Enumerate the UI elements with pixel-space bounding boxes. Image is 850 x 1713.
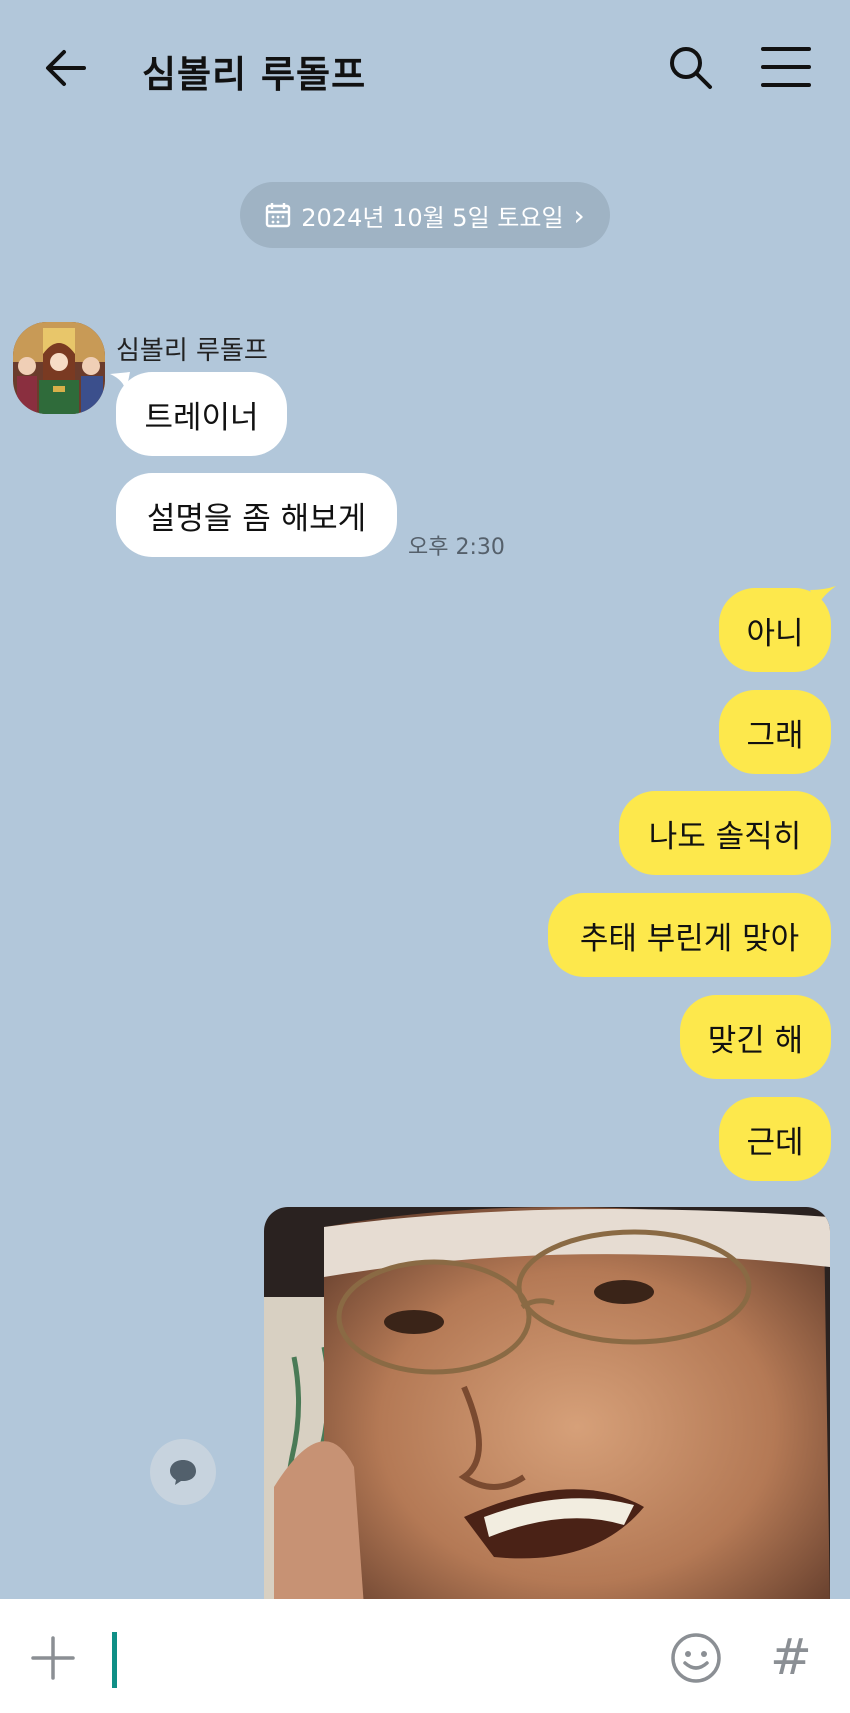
search-button[interactable] [665,42,717,94]
incoming-message[interactable]: 트레이너 [116,372,287,456]
outgoing-message[interactable]: 아니 [719,588,831,672]
photo-image [264,1207,830,1607]
plus-icon [31,1636,75,1680]
hamburger-menu-icon [761,47,811,87]
outgoing-message[interactable]: 나도 솔직히 [619,791,831,875]
chat-header: 심볼리 루돌프 [0,0,850,135]
outgoing-message[interactable]: 근데 [719,1097,831,1181]
search-icon [670,47,712,89]
avatar-image [13,322,105,414]
menu-button[interactable] [760,44,812,90]
outgoing-message[interactable]: 맞긴 해 [680,995,831,1079]
date-divider[interactable]: 2024년 10월 5일 토요일 › [240,182,610,248]
sender-avatar[interactable] [13,322,105,414]
sender-name: 심볼리 루돌프 [116,336,268,366]
outgoing-photo[interactable] [264,1207,830,1607]
emoji-button[interactable] [669,1631,723,1685]
calendar-icon [266,203,291,228]
date-label: 2024년 10월 5일 토요일 [301,203,564,232]
attach-button[interactable] [30,1635,76,1681]
text-caret [112,1632,117,1688]
back-button[interactable] [40,40,96,96]
emoji-icon [671,1633,721,1683]
incoming-message[interactable]: 설명을 좀 해보게 [116,473,397,557]
outgoing-message[interactable]: 그래 [719,690,831,774]
arrow-left-icon [46,50,86,86]
message-time: 오후 2:30 [408,535,505,560]
reply-button[interactable] [150,1439,216,1505]
message-input-bar: # [0,1599,850,1713]
hashtag-button[interactable]: # [770,1625,812,1689]
chat-title: 심볼리 루돌프 [142,53,367,96]
speech-bubble-icon [170,1460,196,1485]
chevron-right-icon: › [573,198,585,232]
outgoing-message[interactable]: 추태 부린게 맞아 [548,893,831,977]
message-input[interactable] [106,1625,650,1691]
